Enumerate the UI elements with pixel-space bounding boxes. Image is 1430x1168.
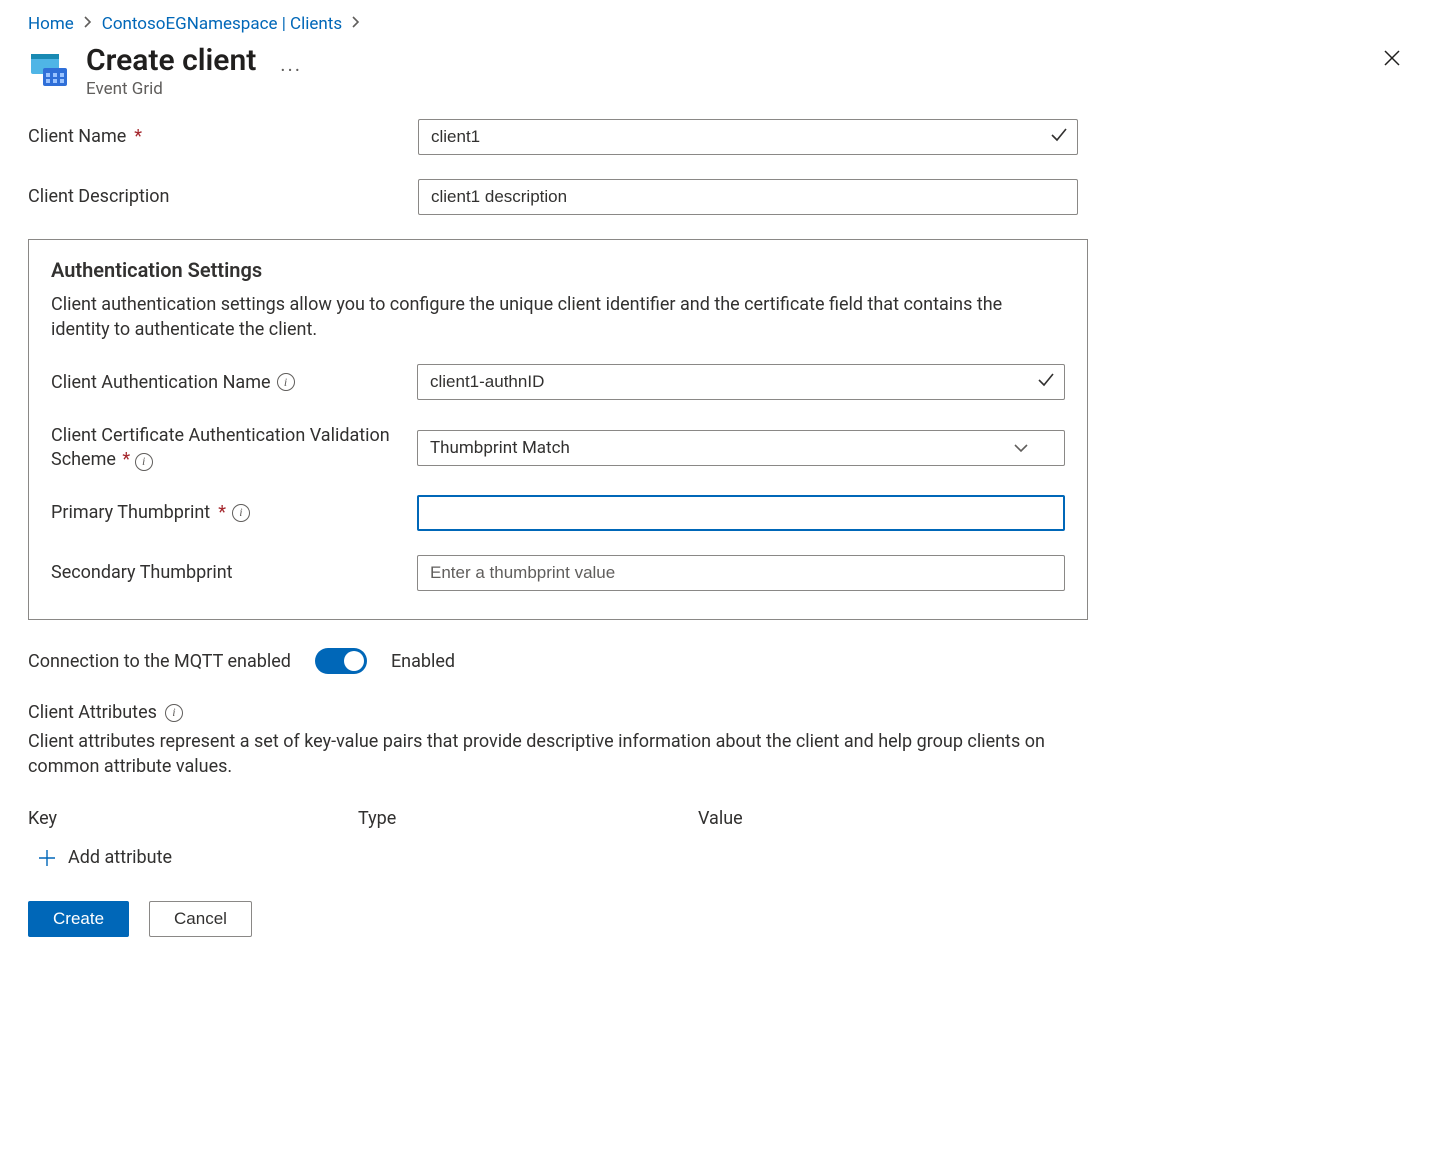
client-name-input[interactable] [418, 119, 1078, 155]
client-attributes-header: Client Attributes [28, 702, 157, 723]
mqtt-state-label: Enabled [391, 651, 455, 672]
auth-section-description: Client authentication settings allow you… [51, 292, 1065, 342]
plus-icon [36, 847, 58, 869]
authentication-settings-section: Authentication Settings Client authentic… [28, 239, 1088, 620]
client-description-label: Client Description [28, 185, 169, 208]
create-button[interactable]: Create [28, 901, 129, 937]
validation-scheme-label: Client Certificate Authentication Valida… [51, 425, 390, 469]
client-attributes-description: Client attributes represent a set of key… [28, 729, 1088, 779]
required-asterisk: * [218, 501, 226, 524]
chevron-right-icon [352, 16, 360, 32]
more-menu-button[interactable]: ··· [280, 58, 302, 82]
primary-thumbprint-label: Primary Thumbprint [51, 501, 210, 524]
info-icon[interactable]: i [232, 504, 250, 522]
client-description-input[interactable] [418, 179, 1078, 215]
authn-name-input[interactable] [417, 364, 1065, 400]
event-grid-icon [28, 48, 72, 92]
chevron-down-icon [1014, 438, 1028, 458]
required-asterisk: * [122, 449, 130, 470]
secondary-thumbprint-input[interactable] [417, 555, 1065, 591]
secondary-thumbprint-label: Secondary Thumbprint [51, 561, 233, 584]
validation-scheme-select[interactable]: Thumbprint Match [417, 430, 1065, 466]
page-header: Create client Event Grid ··· [28, 44, 1402, 99]
close-button[interactable] [1382, 48, 1402, 72]
chevron-right-icon [84, 16, 92, 32]
attributes-col-type: Type [358, 808, 698, 829]
attributes-table-header: Key Type Value [28, 808, 1402, 829]
breadcrumb-home[interactable]: Home [28, 14, 74, 34]
page-title: Create client [86, 44, 256, 77]
attributes-col-value: Value [698, 808, 1402, 829]
breadcrumb: Home ContosoEGNamespace | Clients [28, 14, 1402, 34]
info-icon[interactable]: i [277, 373, 295, 391]
add-attribute-label: Add attribute [68, 847, 172, 868]
info-icon[interactable]: i [165, 704, 183, 722]
validation-scheme-value: Thumbprint Match [430, 438, 570, 458]
add-attribute-button[interactable]: Add attribute [36, 847, 172, 869]
mqtt-connection-label: Connection to the MQTT enabled [28, 651, 291, 672]
info-icon[interactable]: i [135, 453, 153, 471]
page-subtitle: Event Grid [86, 79, 256, 99]
authn-name-label: Client Authentication Name [51, 371, 271, 394]
client-name-label: Client Name [28, 125, 126, 148]
primary-thumbprint-input[interactable] [417, 495, 1065, 531]
cancel-button[interactable]: Cancel [149, 901, 252, 937]
required-asterisk: * [134, 125, 142, 148]
auth-section-title: Authentication Settings [51, 258, 1065, 282]
attributes-col-key: Key [28, 808, 358, 829]
mqtt-enabled-toggle[interactable] [315, 648, 367, 674]
breadcrumb-namespace[interactable]: ContosoEGNamespace | Clients [102, 14, 342, 34]
